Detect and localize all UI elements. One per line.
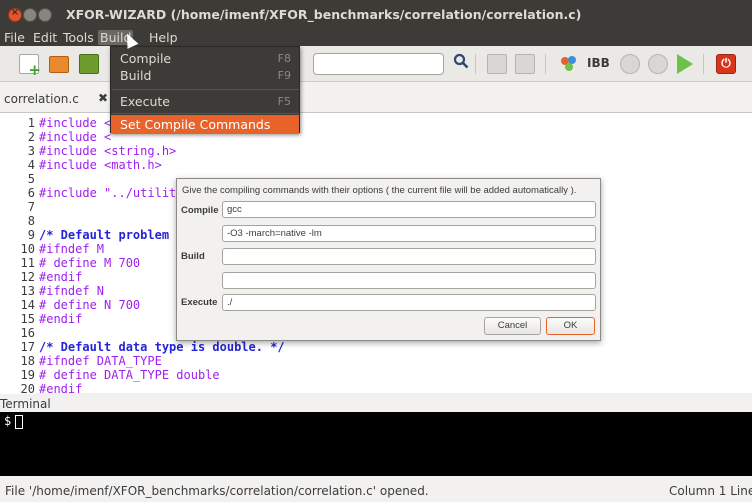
tab-label: correlation.c xyxy=(4,92,79,106)
code-line: # define DATA_TYPE double xyxy=(39,368,220,382)
compile-label: Compile xyxy=(181,205,219,216)
tab-correlation-c[interactable]: correlation.c ✖ xyxy=(0,85,122,112)
status-message: File '/home/imenf/XFOR_benchmarks/correl… xyxy=(5,484,429,498)
terminal-panel[interactable]: $ xyxy=(0,412,752,476)
line-number: 13 xyxy=(20,284,35,298)
menu-item-accelerator: F8 xyxy=(277,52,291,65)
menu-file[interactable]: File xyxy=(4,30,25,45)
menu-tools[interactable]: Tools xyxy=(63,30,94,45)
menu-item-label: Execute xyxy=(120,94,170,109)
power-icon[interactable]: ⏻ xyxy=(716,54,736,74)
line-number: 10 xyxy=(20,242,35,256)
window-close-button[interactable]: × xyxy=(8,7,22,22)
indent-icon[interactable] xyxy=(515,54,535,74)
menu-bar: File Edit Tools Build Help xyxy=(0,29,752,46)
line-number: 12 xyxy=(20,270,35,284)
menu-item-accelerator: F5 xyxy=(277,95,291,108)
code-line: #endif xyxy=(39,270,83,284)
close-icon: × xyxy=(10,7,20,18)
cursor-position: Column 1 Line 1 xyxy=(669,484,752,498)
code-line: #ifndef M xyxy=(39,242,105,256)
gear-icon[interactable] xyxy=(620,54,640,74)
window-maximize-button[interactable] xyxy=(38,8,52,22)
line-number: 9 xyxy=(27,228,35,242)
line-number: 11 xyxy=(20,256,35,270)
compile-commands-dialog: Give the compiling commands with their o… xyxy=(176,178,601,341)
menu-separator xyxy=(112,113,299,114)
code-line: #endif xyxy=(39,382,83,396)
terminal-prompt: $ xyxy=(4,414,12,428)
menu-separator xyxy=(112,89,299,90)
run-icon[interactable] xyxy=(677,54,693,74)
menu-help[interactable]: Help xyxy=(149,30,178,45)
menu-item-label: Set Compile Commands xyxy=(120,117,271,132)
search-icon[interactable] xyxy=(453,53,469,69)
ibb-button[interactable]: IBB xyxy=(587,56,610,70)
code-line: # define N 700 xyxy=(39,298,141,312)
line-number: 19 xyxy=(20,368,35,382)
line-number: 20 xyxy=(20,382,35,396)
new-file-icon[interactable] xyxy=(19,54,41,79)
compile-command-field[interactable] xyxy=(222,201,596,218)
window-title: XFOR-WIZARD (/home/imenf/XFOR_benchmarks… xyxy=(66,7,582,22)
code-line: #ifndef N xyxy=(39,284,105,298)
code-line: #include < xyxy=(39,130,112,144)
build-label: Build xyxy=(181,251,205,262)
code-line: #include <math.h> xyxy=(39,158,162,172)
menu-item-label: Compile xyxy=(120,51,172,66)
search-input[interactable] xyxy=(313,53,444,75)
build-menu-dropdown: Compile F8 Build F9 Execute F5 Set Compi… xyxy=(110,46,300,134)
toolbar-separator xyxy=(475,54,476,74)
line-number: 5 xyxy=(27,172,35,186)
paint-icon[interactable] xyxy=(559,54,579,74)
toolbar-separator xyxy=(545,54,546,74)
gears-icon[interactable] xyxy=(648,54,668,74)
toolbar-separator xyxy=(703,54,704,74)
status-bar: File '/home/imenf/XFOR_benchmarks/correl… xyxy=(0,476,752,502)
build-options-field[interactable] xyxy=(222,272,596,289)
code-line: #include < xyxy=(39,116,112,130)
line-number: 14 xyxy=(20,298,35,312)
title-bar: × XFOR-WIZARD (/home/imenf/XFOR_benchmar… xyxy=(0,0,752,29)
edit-icon[interactable] xyxy=(487,54,507,74)
tab-close-icon[interactable]: ✖ xyxy=(98,91,108,105)
line-number: 15 xyxy=(20,312,35,326)
code-line: # define M 700 xyxy=(39,256,141,270)
compile-options-field[interactable] xyxy=(222,225,596,242)
code-line: /* Default data type is double. */ xyxy=(39,340,285,354)
code-line: #endif xyxy=(39,312,83,326)
menu-item-set-compile-commands[interactable]: Set Compile Commands xyxy=(111,115,299,134)
menu-item-build[interactable]: Build F9 xyxy=(111,66,299,85)
menu-item-accelerator: F9 xyxy=(277,69,291,82)
open-folder-icon[interactable] xyxy=(49,56,69,73)
line-number: 6 xyxy=(27,186,35,200)
line-number: 16 xyxy=(20,326,35,340)
line-number: 4 xyxy=(27,158,35,172)
dialog-description: Give the compiling commands with their o… xyxy=(182,185,577,196)
menu-item-label: Build xyxy=(120,68,152,83)
line-number: 8 xyxy=(27,214,35,228)
line-number: 3 xyxy=(27,144,35,158)
menu-edit[interactable]: Edit xyxy=(33,30,57,45)
cancel-button[interactable]: Cancel xyxy=(484,317,541,335)
line-number: 17 xyxy=(20,340,35,354)
code-line: /* Default problem xyxy=(39,228,170,242)
line-number: 2 xyxy=(27,130,35,144)
terminal-cursor xyxy=(15,415,23,429)
menu-item-execute[interactable]: Execute F5 xyxy=(111,92,299,111)
execute-label: Execute xyxy=(181,297,218,308)
code-line: #include <string.h> xyxy=(39,144,177,158)
execute-command-field[interactable] xyxy=(222,294,596,311)
build-command-field[interactable] xyxy=(222,248,596,265)
code-line: #include "../utilit xyxy=(39,186,177,200)
line-number: 1 xyxy=(27,116,35,130)
line-number: 7 xyxy=(27,200,35,214)
code-line: #ifndef DATA_TYPE xyxy=(39,354,162,368)
window-minimize-button[interactable] xyxy=(23,8,37,22)
save-icon[interactable] xyxy=(79,54,99,74)
terminal-label: Terminal xyxy=(0,397,51,411)
ok-button[interactable]: OK xyxy=(546,317,595,335)
line-number: 18 xyxy=(20,354,35,368)
